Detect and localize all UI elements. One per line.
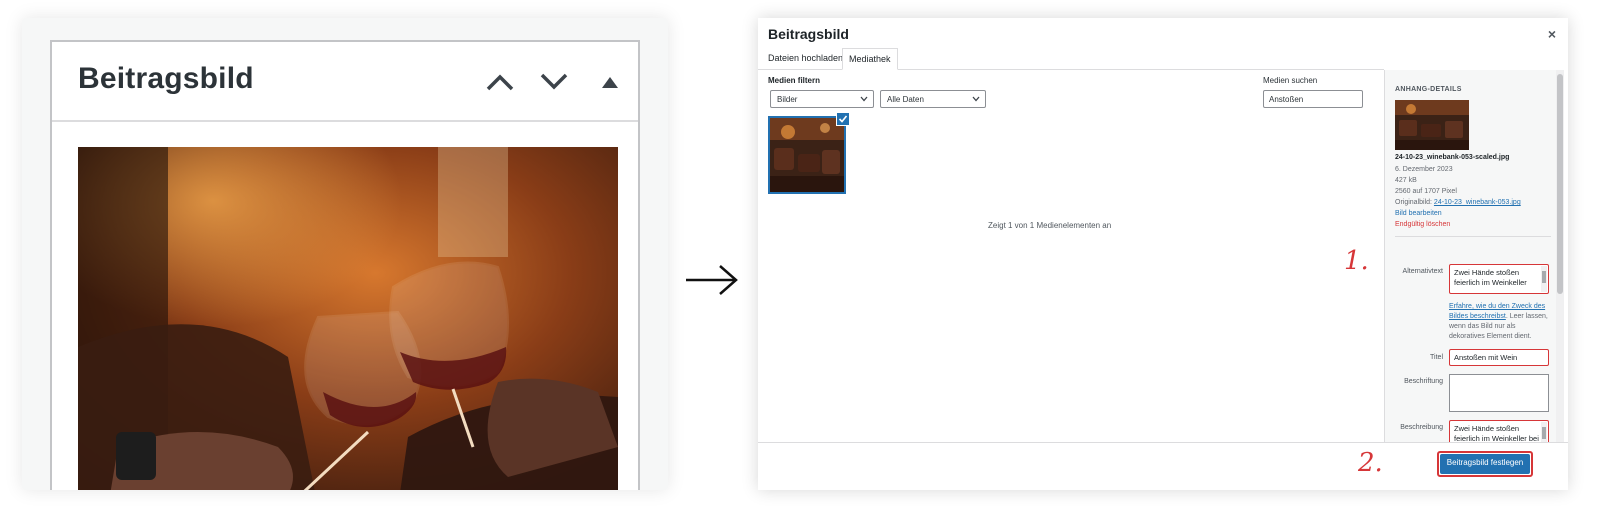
toggle-panel-button[interactable]	[592, 64, 628, 100]
alt-text-help: Erfahre, wie du den Zweck des Bildes bes…	[1449, 302, 1553, 342]
sidebar-divider	[1395, 236, 1551, 237]
metabox-header: Beitragsbild	[52, 42, 638, 122]
title-value: Anstoßen mit Wein	[1454, 353, 1518, 362]
alt-text-label: Alternativtext	[1402, 268, 1443, 275]
title-label: Titel	[1430, 354, 1443, 361]
selected-check-icon[interactable]	[836, 112, 850, 126]
caption-label: Beschriftung	[1404, 378, 1443, 385]
tab-upload-files[interactable]: Dateien hochladen	[762, 48, 849, 70]
media-type-select[interactable]: Bilder	[770, 90, 874, 108]
search-label: Medien suchen	[1263, 76, 1318, 85]
filter-label: Medien filtern	[768, 76, 821, 85]
title-field[interactable]: Anstoßen mit Wein	[1449, 349, 1549, 366]
attachment-dimensions: 2560 auf 1707 Pixel	[1395, 188, 1457, 195]
step-2-annotation: 2.	[1358, 448, 1383, 478]
media-tabs: Dateien hochladen Mediathek	[758, 48, 1384, 70]
date-filter-value: Alle Daten	[887, 95, 924, 104]
attachment-filename: 24-10-23_winebank-053-scaled.jpg	[1395, 154, 1510, 161]
alt-text-value: Zwei Hände stoßen feierlich im Weinkelle…	[1454, 268, 1527, 287]
tab-media-library[interactable]: Mediathek	[842, 48, 898, 70]
step-1-annotation: 1.	[1344, 246, 1369, 276]
chevron-up-icon	[486, 74, 514, 91]
attachment-thumbnail[interactable]	[768, 116, 846, 194]
edit-image-link[interactable]: Bild bearbeiten	[1395, 210, 1442, 217]
sidebar-scroll-thumb[interactable]	[1557, 74, 1563, 294]
featured-image-preview[interactable]	[78, 147, 618, 490]
caption-field[interactable]	[1449, 374, 1549, 412]
checkmark-icon	[838, 115, 848, 123]
delete-permanently-link[interactable]: Endgültig löschen	[1395, 221, 1450, 228]
arrow-right-icon	[686, 265, 738, 295]
attachment-thumbnail-image	[770, 118, 844, 192]
metabox-title: Beitragsbild	[78, 62, 254, 95]
media-search-input[interactable]	[1263, 90, 1363, 108]
chevron-down-icon	[860, 96, 868, 102]
original-image-link[interactable]: 24-10-23_winebank-053.jpg	[1434, 199, 1521, 206]
modal-title: Beitragsbild	[768, 26, 849, 42]
featured-image-metabox: Beitragsbild	[50, 40, 640, 490]
triangle-up-icon	[602, 77, 618, 88]
chevron-down-icon	[540, 73, 568, 90]
attachment-filesize: 427 kB	[1395, 177, 1417, 184]
attachment-preview	[1395, 100, 1469, 150]
media-type-value: Bilder	[777, 95, 798, 104]
set-featured-image-button[interactable]: Beitragsbild festlegen	[1440, 454, 1530, 474]
sidebar-scrollbar[interactable]	[1556, 70, 1564, 442]
attachment-preview-image	[1395, 100, 1469, 150]
attachment-details-sidebar: ANHANG-DETAILS 24-10-23_winebank-053-sca…	[1384, 70, 1556, 456]
original-image-row: Originalbild: 24-10-23_winebank-053.jpg	[1395, 199, 1521, 206]
media-modal: Beitragsbild × Dateien hochladen Mediath…	[758, 18, 1568, 490]
move-up-button[interactable]	[482, 64, 518, 100]
move-down-button[interactable]	[536, 64, 572, 100]
wine-toast-photo	[78, 147, 618, 490]
description-label: Beschreibung	[1400, 424, 1443, 431]
close-icon[interactable]: ×	[1548, 26, 1556, 42]
featured-image-metabox-preview: Beitragsbild	[22, 18, 668, 490]
chevron-down-icon	[972, 96, 980, 102]
attachment-details-heading: ANHANG-DETAILS	[1395, 86, 1462, 93]
alt-text-field[interactable]: Zwei Hände stoßen feierlich im Weinkelle…	[1449, 264, 1549, 294]
original-image-label: Originalbild:	[1395, 199, 1432, 206]
media-count-text: Zeigt 1 von 1 Medienelementen an	[988, 221, 1112, 230]
date-filter-select[interactable]: Alle Daten	[880, 90, 986, 108]
attachment-date: 6. Dezember 2023	[1395, 166, 1453, 173]
alt-text-scrollbar[interactable]	[1541, 266, 1547, 292]
